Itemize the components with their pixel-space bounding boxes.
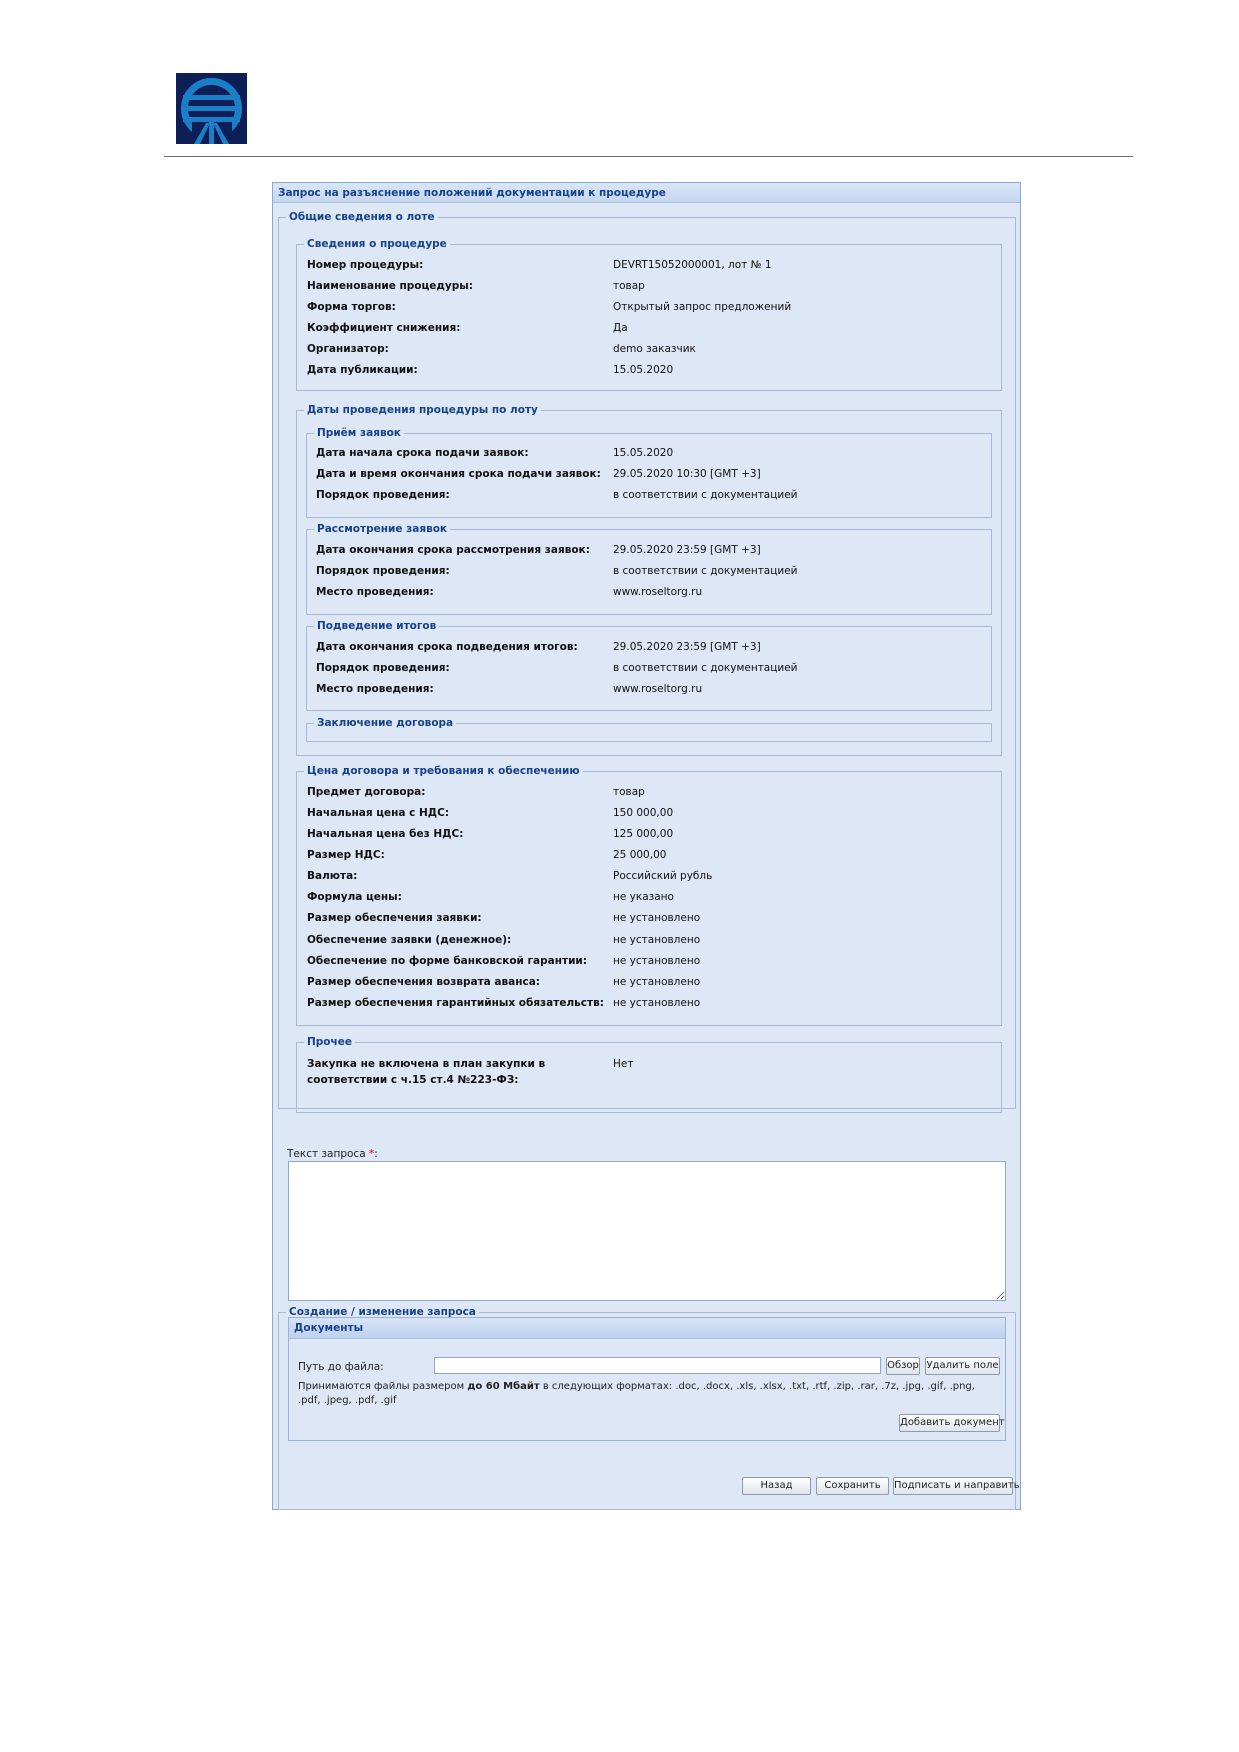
row-label: Организатор:: [307, 343, 389, 355]
request-text-label: Текст запроса *:: [287, 1148, 378, 1160]
add-document-button[interactable]: Добавить документ: [899, 1414, 1005, 1432]
row-label: Форма торгов:: [307, 301, 396, 313]
back-button[interactable]: Назад: [742, 1477, 811, 1495]
row-value: Российский рубль: [613, 870, 713, 882]
other-legend: Прочее: [307, 1036, 352, 1048]
general-info-legend: Общие сведения о лоте: [289, 211, 435, 223]
file-path-input[interactable]: [434, 1357, 881, 1374]
row-label: Дата окончания срока подведения итогов:: [316, 641, 578, 653]
row-label: Дата и время окончания срока подачи заяв…: [316, 468, 601, 480]
row-value: не установлено: [613, 976, 701, 988]
row-label: Номер процедуры:: [307, 259, 424, 271]
row-value: demo заказчик: [613, 343, 696, 355]
row-value: в соответствии с документацией: [613, 565, 798, 577]
header-divider: [164, 156, 1133, 157]
dates-legend: Даты проведения процедуры по лоту: [307, 404, 538, 416]
documents-panel: Документы Путь до файла: Обзор Удалить п…: [288, 1317, 1006, 1441]
row-label: Валюта:: [307, 870, 358, 882]
row-label: Размер обеспечения гарантийных обязатель…: [307, 997, 604, 1009]
row-label: Формула цены:: [307, 891, 402, 903]
review-legend: Рассмотрение заявок: [317, 523, 448, 535]
request-text-label-text: Текст запроса: [287, 1148, 366, 1160]
file-path-label: Путь до файла:: [298, 1361, 384, 1373]
request-text-label-suffix: :: [374, 1148, 378, 1160]
row-label: Размер НДС:: [307, 849, 385, 861]
row-value: 29.05.2020 23:59 [GMT +3]: [613, 544, 761, 556]
row-label: Место проведения:: [316, 683, 434, 695]
row-label: Дата публикации:: [307, 364, 418, 376]
row-label: Обеспечение по форме банковской гарантии…: [307, 955, 587, 967]
row-label: Порядок проведения:: [316, 489, 450, 501]
sign-and-send-button[interactable]: Подписать и направить: [893, 1477, 1020, 1495]
row-value: 29.05.2020 23:59 [GMT +3]: [613, 641, 761, 653]
row-value: www.roseltorg.ru: [613, 683, 703, 695]
row-label: Дата окончания срока рассмотрения заявок…: [316, 544, 590, 556]
row-value: 29.05.2020 10:30 [GMT +3]: [613, 468, 761, 480]
row-value: 15.05.2020: [613, 364, 674, 376]
row-value: товар: [613, 786, 645, 798]
row-label: Начальная цена с НДС:: [307, 807, 450, 819]
company-logo-icon: [176, 73, 247, 144]
row-label: Размер обеспечения заявки:: [307, 912, 482, 924]
save-button[interactable]: Сохранить: [816, 1477, 889, 1495]
row-value: Да: [613, 322, 628, 334]
contract-fieldset: Заключение договора: [306, 717, 992, 742]
receipt-legend: Приём заявок: [317, 427, 401, 439]
row-value: 150 000,00: [613, 807, 674, 819]
request-text-input[interactable]: [288, 1161, 1006, 1301]
results-legend: Подведение итогов: [317, 620, 437, 632]
row-label: Порядок проведения:: [316, 662, 450, 674]
row-label: Порядок проведения:: [316, 565, 450, 577]
row-label: Закупка не включена в план закупки в соо…: [307, 1058, 546, 1086]
row-value: не установлено: [613, 955, 701, 967]
row-label: Место проведения:: [316, 586, 434, 598]
row-value: в соответствии с документацией: [613, 489, 798, 501]
row-label: Размер обеспечения возврата аванса:: [307, 976, 540, 988]
row-value: 25 000,00: [613, 849, 667, 861]
row-value: не установлено: [613, 997, 701, 1009]
row-label: Предмет договора:: [307, 786, 426, 798]
window-title: Запрос на разъяснение положений документ…: [273, 183, 1020, 203]
hint-size: до 60 Мбайт: [467, 1381, 540, 1392]
row-value: в соответствии с документацией: [613, 662, 798, 674]
row-label: Коэффициент снижения:: [307, 322, 461, 334]
row-value: не установлено: [613, 934, 701, 946]
price-legend: Цена договора и требования к обеспечению: [307, 765, 580, 777]
row-label: Дата начала срока подачи заявок:: [316, 447, 529, 459]
row-value: товар: [613, 280, 645, 292]
row-value: 15.05.2020: [613, 447, 674, 459]
procedure-info-legend: Сведения о процедуре: [307, 238, 447, 250]
delete-field-button[interactable]: Удалить поле: [925, 1357, 1000, 1375]
row-value: Открытый запрос предложений: [613, 301, 792, 313]
file-format-hint: Принимаются файлы размером до 60 Мбайт в…: [298, 1380, 998, 1408]
row-value: www.roseltorg.ru: [613, 586, 703, 598]
row-value: DEVRT15052000001, лот № 1: [613, 259, 772, 271]
browse-button[interactable]: Обзор: [886, 1357, 920, 1375]
row-value: не указано: [613, 891, 674, 903]
row-label: Обеспечение заявки (денежное):: [307, 934, 512, 946]
row-label: Наименование процедуры:: [307, 280, 473, 292]
row-value: 125 000,00: [613, 828, 674, 840]
row-label: Начальная цена без НДС:: [307, 828, 464, 840]
row-value: Нет: [613, 1058, 634, 1070]
row-value: не установлено: [613, 912, 701, 924]
contract-legend: Заключение договора: [317, 717, 454, 729]
documents-title: Документы: [289, 1318, 1005, 1339]
hint-prefix: Принимаются файлы размером: [298, 1381, 468, 1392]
